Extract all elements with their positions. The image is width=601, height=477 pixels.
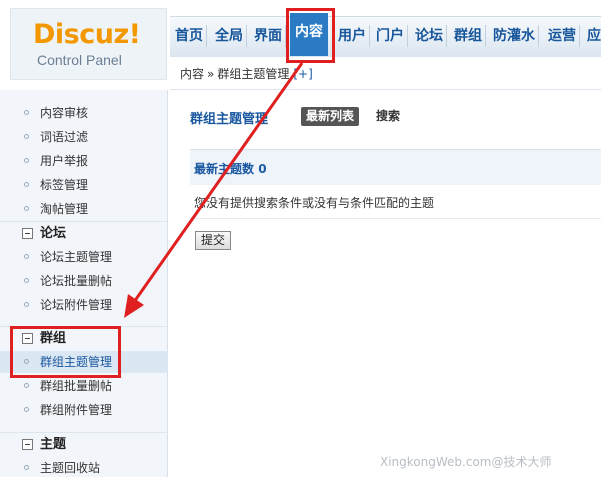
sidebar-item-collection-manage[interactable]: 淘帖管理 [0,198,168,220]
nav-item-global[interactable]: 全局 [212,25,247,47]
sidebar-item-group-attachment-manage[interactable]: 群组附件管理 [0,399,168,421]
thread-count-text: 最新主题数 [194,162,255,176]
nav-item-home[interactable]: 首页 [172,25,207,47]
sidebar-item-forum-batch-delete[interactable]: 论坛批量删帖 [0,270,168,292]
page-title: 群组主题管理 [190,112,269,127]
sidebar-item-forum-thread-manage[interactable]: 论坛主题管理 [0,246,168,268]
sidebar-item-forum-attachment-manage[interactable]: 论坛附件管理 [0,294,168,316]
sidebar-item-word-filter[interactable]: 词语过滤 [0,126,168,148]
top-nav: 首页 全局 界面 内容 用户 门户 论坛 群组 防灌水 运营 应 [170,13,601,57]
nav-item-group[interactable]: 群组 [451,25,486,47]
sidebar-item-label: 论坛主题管理 [40,250,113,264]
highlight-box-sidebar [10,326,121,378]
sidebar-item-label: 论坛附件管理 [40,298,113,312]
bullet-icon [24,110,29,115]
nav-item-user[interactable]: 用户 [335,25,370,47]
sidebar-item-label: 词语过滤 [40,130,89,144]
breadcrumb-root[interactable]: 内容 [180,67,204,81]
sidebar-item-content-review[interactable]: 内容审核 [0,102,168,124]
thread-count-bar: 最新主题数 0 [190,149,601,185]
breadcrumb: 内容» 群组主题管理 [+] [180,65,313,82]
bullet-icon [24,465,29,470]
nav-item-operation[interactable]: 运营 [545,25,580,47]
sidebar-item-user-report[interactable]: 用户举报 [0,150,168,172]
add-to-shortcut-button[interactable]: [+] [293,67,312,81]
nav-item-forum[interactable]: 论坛 [412,25,447,47]
sidebar-item-thread-recycle-bin[interactable]: 主题回收站 [0,457,168,477]
bullet-icon [24,407,29,412]
sidebar-item-tag-manage[interactable]: 标签管理 [0,174,168,196]
highlight-box-nav [286,8,335,63]
sidebar-item-label: 群组批量删帖 [40,379,113,393]
sidebar-group-label: 主题 [40,437,67,452]
sidebar-item-label: 内容审核 [40,106,89,120]
sidebar-group-label: 论坛 [40,226,67,241]
collapse-icon[interactable] [22,439,33,450]
nav-item-ui[interactable]: 界面 [251,25,286,47]
sidebar-item-group-batch-delete[interactable]: 群组批量删帖 [0,375,168,397]
collapse-icon[interactable] [22,228,33,239]
sidebar-group-thread[interactable]: 主题 [0,432,168,456]
breadcrumb-current: 群组主题管理 [217,67,290,81]
nav-item-app[interactable]: 应 [584,25,601,47]
sidebar: 内容审核 词语过滤 用户举报 标签管理 淘帖管理 论坛 论坛主题管理 论坛批量删… [0,90,168,477]
submit-button[interactable]: 提交 [195,231,231,250]
thread-count-value: 0 [258,162,267,176]
breadcrumb-separator: » [207,67,215,81]
sidebar-item-label: 标签管理 [40,178,89,192]
logo-subtitle: Control Panel [37,52,122,68]
bullet-icon [24,278,29,283]
sidebar-item-label: 用户举报 [40,154,89,168]
sidebar-item-label: 主题回收站 [40,461,101,475]
bullet-icon [24,383,29,388]
bullet-icon [24,206,29,211]
bullet-icon [24,182,29,187]
breadcrumb-bar: 内容» 群组主题管理 [+] [170,57,601,90]
bullet-icon [24,302,29,307]
bullet-icon [24,254,29,259]
bullet-icon [24,158,29,163]
logo-brand: Discuz! [33,19,141,50]
tab-latest-list[interactable]: 最新列表 [301,107,360,126]
bullet-icon [24,134,29,139]
nav-item-portal[interactable]: 门户 [373,25,408,47]
logo[interactable]: Discuz! Control Panel [10,8,167,80]
thread-count-label: 最新主题数 0 [194,160,267,177]
sidebar-item-label: 淘帖管理 [40,202,89,216]
sidebar-group-forum[interactable]: 论坛 [0,221,168,245]
main-content: 群组主题管理 最新列表 搜索 最新主题数 0 您没有提供搜索条件或没有与条件匹配… [170,91,601,477]
empty-result-message: 您没有提供搜索条件或没有与条件匹配的主题 [194,196,435,210]
sidebar-item-label: 论坛批量删帖 [40,274,113,288]
nav-item-antispam[interactable]: 防灌水 [490,25,539,47]
sidebar-item-label: 群组附件管理 [40,403,113,417]
divider [190,218,601,219]
watermark: XingkongWeb.com@技术大师 [380,455,552,469]
tab-search[interactable]: 搜索 [376,107,400,126]
